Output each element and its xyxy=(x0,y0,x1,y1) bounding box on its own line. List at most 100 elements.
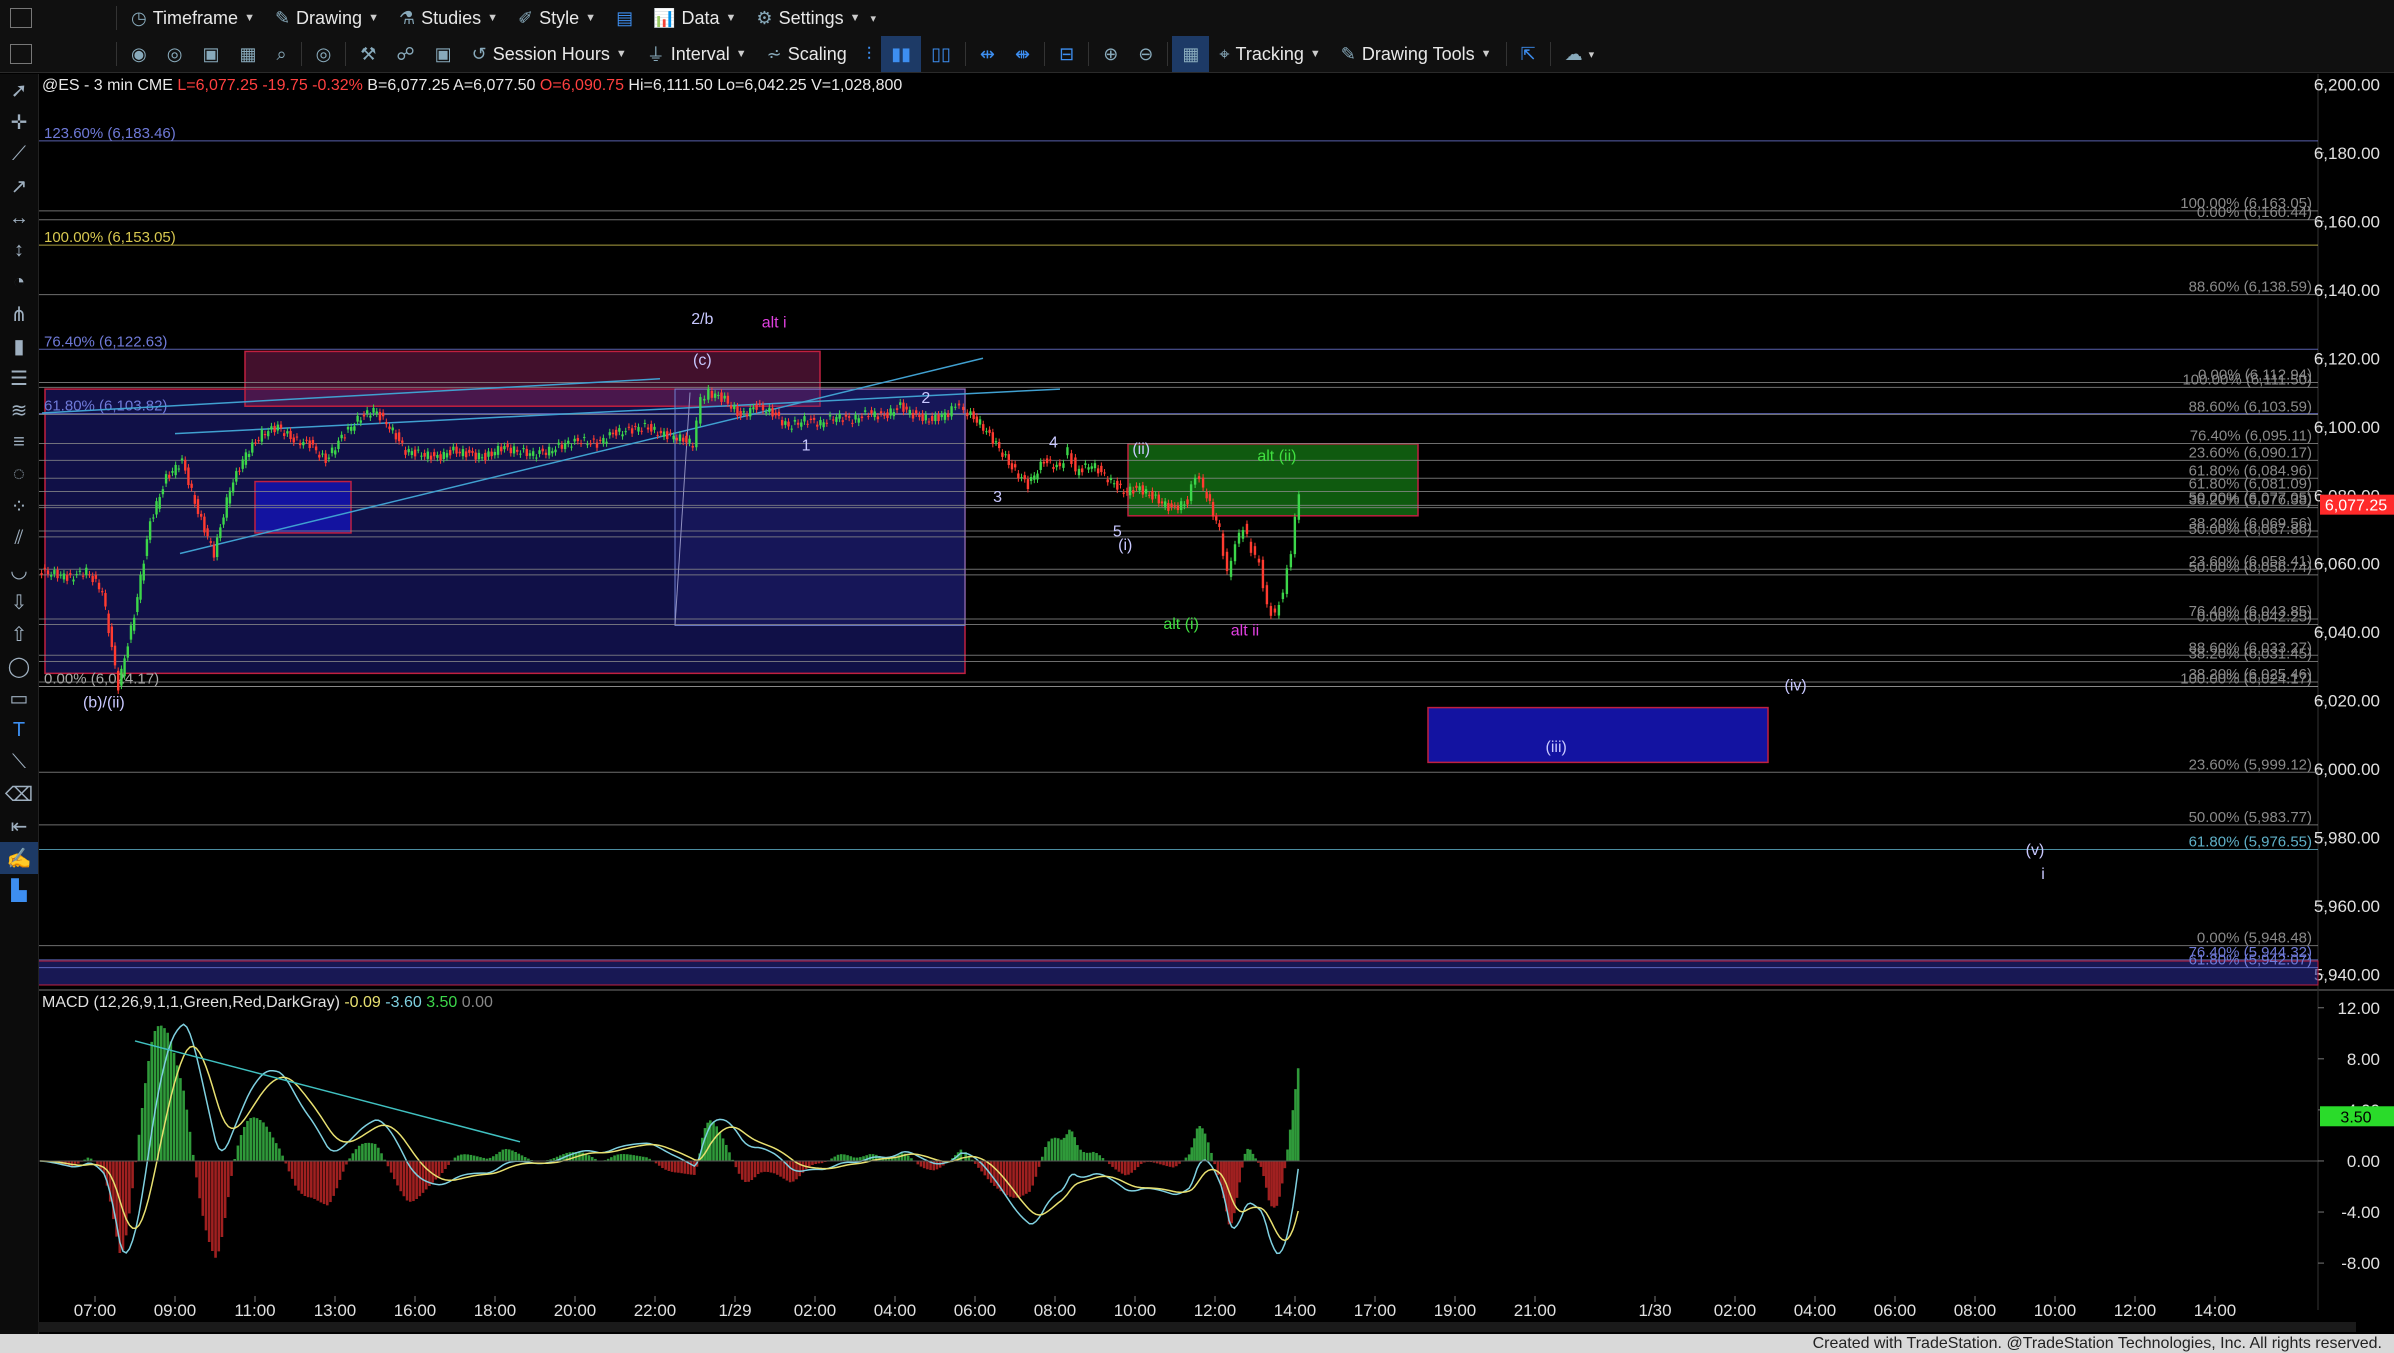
line-tool-icon[interactable]: ⟍ xyxy=(0,746,38,778)
candle-body xyxy=(1277,604,1281,616)
candle-body xyxy=(161,489,165,495)
candle-body xyxy=(937,414,940,422)
candle-body xyxy=(458,451,461,454)
candle-body xyxy=(136,597,139,613)
wave-label: alt ii xyxy=(1231,623,1259,640)
horizontal-measure-icon[interactable]: ↔ xyxy=(0,202,38,234)
candle-body xyxy=(777,411,781,416)
candle-body xyxy=(62,573,66,580)
candle-body xyxy=(1167,503,1170,511)
candle-body xyxy=(85,567,88,575)
candle-body xyxy=(53,570,56,574)
lines-tool-icon[interactable]: ≡ xyxy=(0,426,38,458)
ray-tool-icon[interactable]: ↗ xyxy=(0,170,38,202)
candle-body xyxy=(397,432,401,442)
fib-label: 0.00% (6,042.25) xyxy=(2197,609,2312,626)
arrow-down-tool-icon[interactable]: ⇩ xyxy=(0,586,38,618)
candle-body xyxy=(298,442,302,446)
dots-tool-icon[interactable]: ⁘ xyxy=(0,490,38,522)
candle-body xyxy=(506,444,509,448)
crosshair-tool-icon[interactable]: ✛ xyxy=(0,106,38,138)
x-tick-label: 14:00 xyxy=(2194,1301,2237,1320)
candle-body xyxy=(1093,463,1097,469)
x-tick-label: 06:00 xyxy=(1874,1301,1917,1320)
candle-body xyxy=(934,414,937,422)
candle-body xyxy=(270,426,273,430)
candle-body xyxy=(509,447,513,454)
eraser-tool-icon[interactable]: ⌫ xyxy=(0,778,38,810)
trendline-tool-icon[interactable]: ⟋ xyxy=(0,138,38,170)
x-tick-label: 17:00 xyxy=(1354,1301,1397,1320)
gann-tool-icon[interactable]: ◔ xyxy=(0,266,38,298)
candle-body xyxy=(803,416,806,422)
candle-body xyxy=(314,446,318,451)
candle-body xyxy=(439,454,442,461)
candle-body xyxy=(1233,544,1237,562)
chart-canvas[interactable]: 6,200.00 6,180.00 6,160.00 6,140.00 6,120.00… xyxy=(0,0,2394,1353)
x-tick-label: 04:00 xyxy=(874,1301,917,1320)
wave-label: alt (i) xyxy=(1163,616,1199,633)
quote-header: @ES - 3 min CME L=6,077.25 -19.75 -0.32%… xyxy=(42,77,902,94)
candle-body xyxy=(429,455,433,460)
snap-tool-icon[interactable]: ⇤ xyxy=(0,810,38,842)
quote-field: B=6,077.25 A=6,077.50 xyxy=(367,77,540,94)
candle-body xyxy=(1241,530,1245,539)
x-tick-label: 09:00 xyxy=(154,1301,197,1320)
candle-body xyxy=(835,417,838,422)
vertical-measure-icon[interactable]: ↕ xyxy=(0,234,38,266)
candle-body xyxy=(132,617,136,631)
candle-body xyxy=(318,454,321,458)
drawing-toolbar: ➚ ✛ ⟋ ↗ ↔ ↕ ◔ ⋔ ▮ ☰ ≋ ≡ ◌ ⁘ ⫽ ◡ ⇩ ⇧ ◯ ▭ … xyxy=(0,74,39,1336)
x-tick-label: 10:00 xyxy=(1114,1301,1157,1320)
candle-body xyxy=(1049,459,1052,461)
candle-body xyxy=(471,451,474,453)
candle-body xyxy=(168,474,171,478)
candle-body xyxy=(69,573,72,575)
candle-body xyxy=(1249,541,1253,553)
candle-body xyxy=(1141,485,1145,495)
y-tick-label: 6,200.00 xyxy=(2314,75,2380,94)
fib-extension-icon[interactable]: ≋ xyxy=(0,394,38,426)
fib-tool-icon[interactable]: ☰ xyxy=(0,362,38,394)
channel-tool-icon[interactable]: ⫽ xyxy=(0,522,38,554)
horizontal-scrollbar[interactable] xyxy=(38,1322,2356,1332)
analysis-icon[interactable]: ▙ xyxy=(0,874,38,906)
candle-body xyxy=(1151,490,1154,500)
wave-label: alt (ii) xyxy=(1257,448,1296,465)
candle-body xyxy=(199,513,203,517)
arc-tool-icon[interactable]: ◡ xyxy=(0,554,38,586)
y-tick-label: 6,100.00 xyxy=(2314,418,2380,437)
candle-body xyxy=(796,422,800,425)
footer-bar: Created with TradeStation. @TradeStation… xyxy=(0,1334,2394,1353)
ellipse-tool-icon[interactable]: ◯ xyxy=(0,650,38,682)
candle-body xyxy=(879,411,883,414)
candle-body xyxy=(994,441,998,443)
candle-body xyxy=(1090,466,1093,469)
text-tool-icon[interactable]: T xyxy=(0,714,38,746)
bottom-band xyxy=(37,960,2319,986)
candle-body xyxy=(56,569,59,579)
candle-body xyxy=(717,394,720,396)
candle-body xyxy=(362,414,366,417)
candle-body xyxy=(758,403,761,405)
arrow-up-tool-icon[interactable]: ⇧ xyxy=(0,618,38,650)
candle-body xyxy=(656,434,659,436)
fib-label: 76.40% (6,095.11) xyxy=(2190,428,2312,445)
candle-body xyxy=(1010,463,1014,470)
fib-label: 88.60% (6,103.59) xyxy=(2189,398,2312,415)
bars-tool-icon[interactable]: ▮ xyxy=(0,330,38,362)
candle-body xyxy=(650,424,653,432)
candle-body xyxy=(94,574,98,579)
pointer-tool-icon[interactable]: ➚ xyxy=(0,74,38,106)
rectangle-tool-icon[interactable]: ▭ xyxy=(0,682,38,714)
x-tick-label: 18:00 xyxy=(474,1301,517,1320)
spiral-tool-icon[interactable]: ◌ xyxy=(0,458,38,490)
candle-body xyxy=(924,414,927,421)
draw-mode-icon[interactable]: ✍ xyxy=(0,842,38,874)
pitchfork-tool-icon[interactable]: ⋔ xyxy=(0,298,38,330)
candle-body xyxy=(516,449,519,452)
candle-body xyxy=(669,432,672,434)
candle-body xyxy=(841,420,844,422)
candle-body xyxy=(1087,467,1090,470)
candle-body xyxy=(666,431,669,440)
